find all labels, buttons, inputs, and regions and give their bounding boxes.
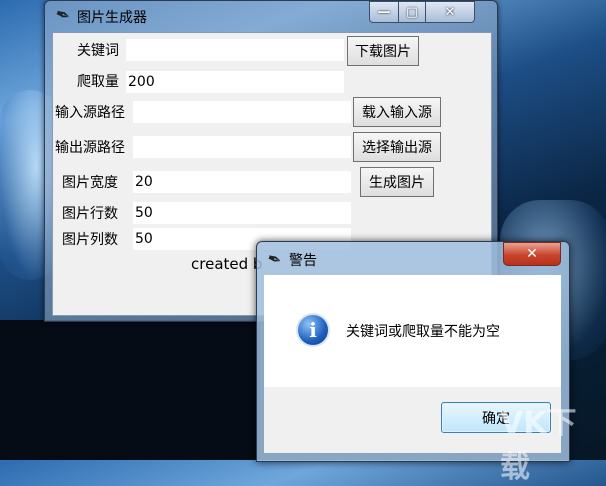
crawl-count-label: 爬取量	[77, 74, 119, 90]
feather-icon: ✒	[51, 3, 74, 28]
info-icon: i	[296, 313, 330, 347]
output-path-label: 输出源路径	[55, 140, 125, 156]
download-images-button[interactable]: 下载图片	[347, 36, 419, 66]
generate-image-button[interactable]: 生成图片	[360, 167, 434, 197]
crawl-count-input[interactable]: 200	[126, 71, 344, 93]
load-input-button[interactable]: 载入输入源	[353, 97, 441, 127]
window-title: 图片生成器	[77, 10, 147, 26]
keyword-input[interactable]	[126, 39, 344, 61]
title-bar[interactable]: ✒ 图片生成器 — ▢ ✕	[45, 1, 497, 31]
input-path-label: 输入源路径	[55, 105, 125, 121]
dialog-message: 关键词或爬取量不能为空	[346, 324, 500, 340]
keyword-label: 关键词	[77, 43, 119, 59]
image-cols-label: 图片列数	[62, 232, 118, 248]
select-output-button[interactable]: 选择输出源	[353, 132, 441, 162]
dialog-title: 警告	[289, 253, 317, 269]
maximize-button[interactable]: ▢	[398, 1, 426, 23]
output-path-input[interactable]	[133, 136, 351, 158]
image-width-label: 图片宽度	[62, 175, 118, 191]
image-rows-label: 图片行数	[62, 206, 118, 222]
dialog-close-button[interactable]: ✕	[503, 242, 561, 266]
feather-icon: ✒	[264, 248, 285, 272]
desktop-background	[0, 320, 260, 460]
image-rows-input[interactable]: 50	[133, 202, 351, 224]
minimize-button[interactable]: —	[369, 1, 399, 23]
credit-text: created b	[191, 255, 263, 273]
dialog-body: i 关键词或爬取量不能为空	[264, 275, 561, 387]
input-path-input[interactable]	[133, 101, 351, 123]
watermark: VK下载	[500, 406, 577, 485]
close-button[interactable]: ✕	[425, 1, 475, 23]
image-width-input[interactable]: 20	[133, 171, 351, 193]
